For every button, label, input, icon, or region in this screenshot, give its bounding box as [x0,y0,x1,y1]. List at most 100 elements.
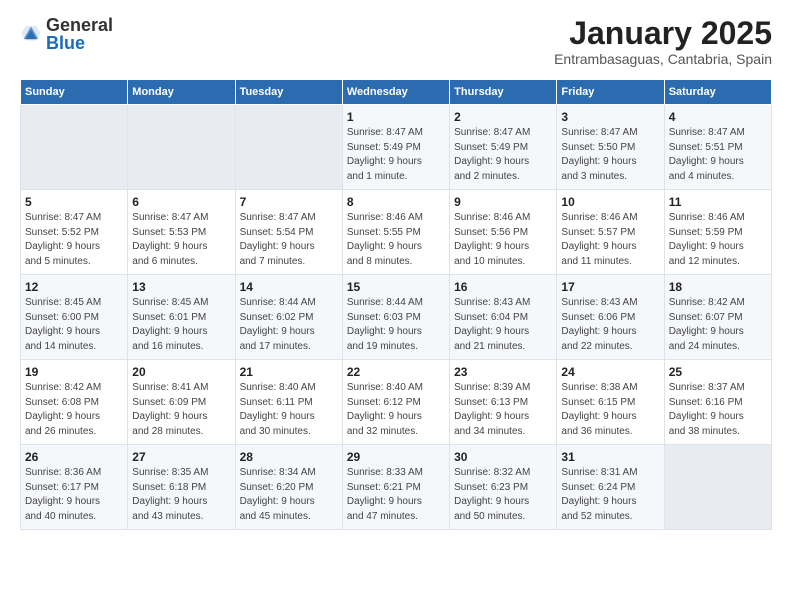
cell-details: Sunrise: 8:47 AMSunset: 5:49 PMDaylight:… [347,126,445,184]
day-number: 24 [561,365,659,379]
day-number: 16 [454,280,552,294]
calendar-cell: 14 Sunrise: 8:44 AMSunset: 6:02 PMDayligh… [235,275,342,360]
cell-details: Sunrise: 8:38 AMSunset: 6:15 PMDaylight:… [561,381,659,439]
cell-details: Sunrise: 8:44 AMSunset: 6:03 PMDaylight:… [347,296,445,354]
cell-details: Sunrise: 8:43 AMSunset: 6:06 PMDaylight:… [561,296,659,354]
calendar-cell: 12Sunrise: 8:45 AMSunset: 6:00 PMDayligh… [21,275,128,360]
calendar-cell: 27 Sunrise: 8:35 AMSunset: 6:18 PMDayligh… [128,445,235,530]
cell-details: Sunrise: 8:47 AMSunset: 5:51 PMDaylight:… [669,126,767,184]
calendar-cell: 16Sunrise: 8:43 AMSunset: 6:04 PMDayligh… [450,275,557,360]
calendar-cell: 26 Sunrise: 8:36 AMSunset: 6:17 PMDayligh… [21,445,128,530]
day-number: 28 [240,450,338,464]
day-number: 2 [454,110,552,124]
day-number: 17 [561,280,659,294]
day-number: 21 [240,365,338,379]
weekday-header-thursday: Thursday [450,80,557,105]
day-number: 10 [561,195,659,209]
calendar-cell [21,105,128,190]
cell-details: Sunrise: 8:47 AMSunset: 5:54 PMDaylight:… [240,211,338,269]
day-number: 9 [454,195,552,209]
cell-details: Sunrise: 8:42 AMSunset: 6:07 PMDaylight:… [669,296,767,354]
cell-details: Sunrise: 8:46 AMSunset: 5:56 PMDaylight:… [454,211,552,269]
cell-details: Sunrise: 8:47 AMSunset: 5:52 PMDaylight:… [25,211,123,269]
calendar-cell [664,445,771,530]
day-number: 1 [347,110,445,124]
cell-details: Sunrise: 8:36 AMSunset: 6:17 PMDaylight:… [25,466,123,524]
cell-details: Sunrise: 8:46 AMSunset: 5:55 PMDaylight:… [347,211,445,269]
calendar-cell: 24 Sunrise: 8:38 AMSunset: 6:15 PMDayligh… [557,360,664,445]
logo-blue: Blue [46,34,113,52]
calendar-week-row: 26 Sunrise: 8:36 AMSunset: 6:17 PMDayligh… [21,445,772,530]
calendar-week-row: 5Sunrise: 8:47 AMSunset: 5:52 PMDaylight… [21,190,772,275]
cell-details: Sunrise: 8:44 AMSunset: 6:02 PMDaylight:… [240,296,338,354]
cell-details: Sunrise: 8:46 AMSunset: 5:57 PMDaylight:… [561,211,659,269]
day-number: 3 [561,110,659,124]
calendar-cell: 30 Sunrise: 8:32 AMSunset: 6:23 PMDayligh… [450,445,557,530]
calendar-cell: 7Sunrise: 8:47 AMSunset: 5:54 PMDaylight… [235,190,342,275]
header: General Blue January 2025 Entrambasaguas… [20,16,772,67]
day-number: 14 [240,280,338,294]
title-area: January 2025 Entrambasaguas, Cantabria, … [554,16,772,67]
calendar-cell [235,105,342,190]
calendar-cell: 19Sunrise: 8:42 AMSunset: 6:08 PMDayligh… [21,360,128,445]
cell-details: Sunrise: 8:46 AMSunset: 5:59 PMDaylight:… [669,211,767,269]
calendar-week-row: 19Sunrise: 8:42 AMSunset: 6:08 PMDayligh… [21,360,772,445]
cell-details: Sunrise: 8:31 AMSunset: 6:24 PMDaylight:… [561,466,659,524]
cell-details: Sunrise: 8:32 AMSunset: 6:23 PMDaylight:… [454,466,552,524]
logo-icon [20,23,42,45]
logo-text: General Blue [46,16,113,52]
day-number: 31 [561,450,659,464]
cell-details: Sunrise: 8:40 AMSunset: 6:11 PMDaylight:… [240,381,338,439]
calendar-cell: 21 Sunrise: 8:40 AMSunset: 6:11 PMDayligh… [235,360,342,445]
day-number: 12 [25,280,123,294]
calendar-cell: 3 Sunrise: 8:47 AMSunset: 5:50 PMDaylight… [557,105,664,190]
day-number: 30 [454,450,552,464]
day-number: 18 [669,280,767,294]
calendar-cell: 10 Sunrise: 8:46 AMSunset: 5:57 PMDayligh… [557,190,664,275]
weekday-header-sunday: Sunday [21,80,128,105]
calendar-cell: 18 Sunrise: 8:42 AMSunset: 6:07 PMDayligh… [664,275,771,360]
day-number: 6 [132,195,230,209]
day-number: 29 [347,450,445,464]
cell-details: Sunrise: 8:42 AMSunset: 6:08 PMDaylight:… [25,381,123,439]
calendar-cell: 25Sunrise: 8:37 AMSunset: 6:16 PMDayligh… [664,360,771,445]
weekday-header-saturday: Saturday [664,80,771,105]
cell-details: Sunrise: 8:33 AMSunset: 6:21 PMDaylight:… [347,466,445,524]
calendar-cell: 22 Sunrise: 8:40 AMSunset: 6:12 PMDayligh… [342,360,449,445]
day-number: 22 [347,365,445,379]
subtitle: Entrambasaguas, Cantabria, Spain [554,51,772,67]
logo-general: General [46,16,113,34]
cell-details: Sunrise: 8:37 AMSunset: 6:16 PMDaylight:… [669,381,767,439]
day-number: 27 [132,450,230,464]
cell-details: Sunrise: 8:40 AMSunset: 6:12 PMDaylight:… [347,381,445,439]
calendar-cell: 15Sunrise: 8:44 AMSunset: 6:03 PMDayligh… [342,275,449,360]
weekday-header-row: SundayMondayTuesdayWednesdayThursdayFrid… [21,80,772,105]
calendar-week-row: 1 Sunrise: 8:47 AMSunset: 5:49 PMDaylight… [21,105,772,190]
cell-details: Sunrise: 8:41 AMSunset: 6:09 PMDaylight:… [132,381,230,439]
calendar-cell: 8Sunrise: 8:46 AMSunset: 5:55 PMDaylight… [342,190,449,275]
calendar-cell: 29 Sunrise: 8:33 AMSunset: 6:21 PMDayligh… [342,445,449,530]
calendar-cell: 1 Sunrise: 8:47 AMSunset: 5:49 PMDaylight… [342,105,449,190]
calendar-cell: 9 Sunrise: 8:46 AMSunset: 5:56 PMDaylight… [450,190,557,275]
weekday-header-monday: Monday [128,80,235,105]
cell-details: Sunrise: 8:34 AMSunset: 6:20 PMDaylight:… [240,466,338,524]
calendar-cell: 6Sunrise: 8:47 AMSunset: 5:53 PMDaylight… [128,190,235,275]
day-number: 26 [25,450,123,464]
weekday-header-wednesday: Wednesday [342,80,449,105]
calendar-cell: 11 Sunrise: 8:46 AMSunset: 5:59 PMDayligh… [664,190,771,275]
day-number: 20 [132,365,230,379]
weekday-header-tuesday: Tuesday [235,80,342,105]
cell-details: Sunrise: 8:35 AMSunset: 6:18 PMDaylight:… [132,466,230,524]
cell-details: Sunrise: 8:39 AMSunset: 6:13 PMDaylight:… [454,381,552,439]
calendar-cell: 4 Sunrise: 8:47 AMSunset: 5:51 PMDaylight… [664,105,771,190]
calendar-cell: 23 Sunrise: 8:39 AMSunset: 6:13 PMDayligh… [450,360,557,445]
cell-details: Sunrise: 8:47 AMSunset: 5:49 PMDaylight:… [454,126,552,184]
logo: General Blue [20,16,113,52]
day-number: 23 [454,365,552,379]
main-title: January 2025 [554,16,772,51]
calendar-cell: 20 Sunrise: 8:41 AMSunset: 6:09 PMDayligh… [128,360,235,445]
day-number: 11 [669,195,767,209]
cell-details: Sunrise: 8:47 AMSunset: 5:50 PMDaylight:… [561,126,659,184]
day-number: 4 [669,110,767,124]
calendar-table: SundayMondayTuesdayWednesdayThursdayFrid… [20,79,772,530]
